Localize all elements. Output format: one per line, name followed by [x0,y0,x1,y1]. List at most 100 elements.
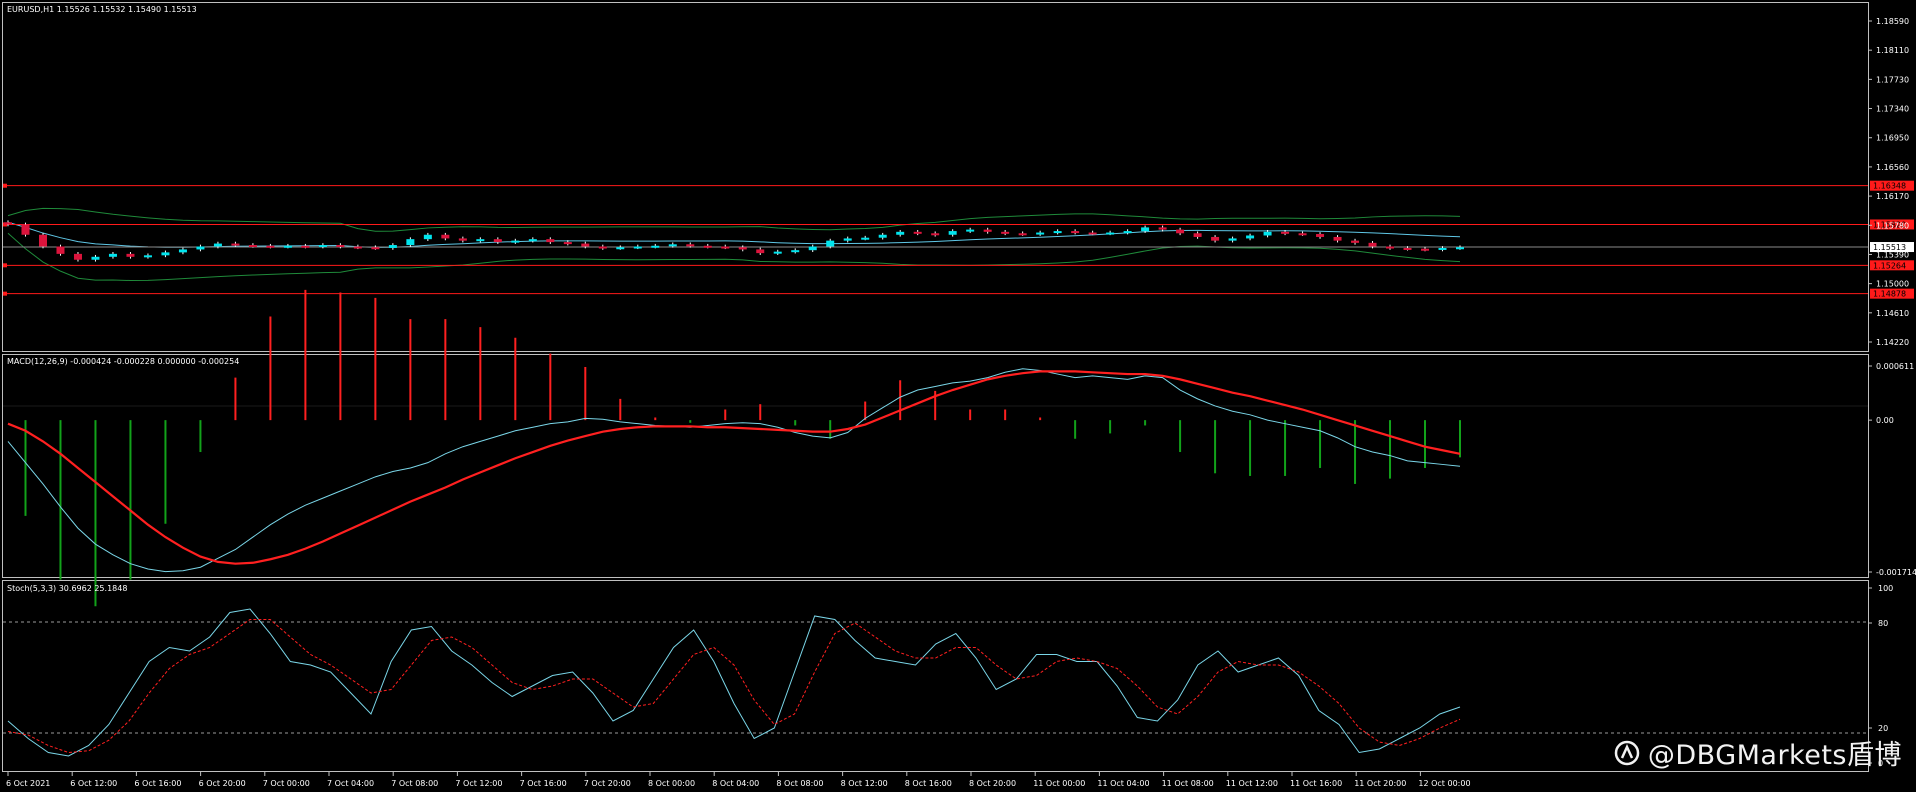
y-tick-label: 1.16170 [1876,192,1909,201]
candle-bull [861,237,870,240]
y-tick-label: 1.14610 [1876,309,1909,318]
candle-bull [283,245,292,248]
candle-bull [808,246,817,251]
level-anchor [3,263,7,268]
macd-main-line [7,368,1461,573]
candle-bear [581,243,590,247]
x-tick-label: 8 Oct 12:00 [841,779,888,788]
x-tick-label: 11 Oct 00:00 [1033,779,1085,788]
candle-bull [318,245,327,248]
candle-bear [1071,231,1080,234]
candle-bear [301,245,310,248]
y-tick-label: 80 [1878,619,1888,628]
candle-bull [1123,231,1132,234]
candle-bear [4,222,12,225]
candle-bull [1438,247,1447,250]
main-panel-header: EURUSD,H1 1.15526 1.15532 1.15490 1.1551… [7,5,197,14]
x-tick-label: 8 Oct 04:00 [712,779,759,788]
stoch-panel-header: Stoch(5,3,3) 30.6962 25.1848 [7,584,127,593]
candle-bear [1403,247,1412,250]
candle-bull [948,231,957,235]
candle-bull [878,234,887,238]
candle-bear [983,229,992,232]
time-axis: 6 Oct 2021 6 Oct 12:00 6 Oct 16:00 6 Oct 20… [6,772,1471,788]
x-tick-label: 11 Oct 20:00 [1354,779,1406,788]
macd-panel-frame [2,354,1869,578]
candle-bear [1421,248,1430,251]
x-tick-label: 11 Oct 04:00 [1097,779,1149,788]
stoch-main-line [7,608,1461,757]
candle-bear [1316,234,1325,237]
candle-bull [196,246,205,250]
x-tick-label: 7 Oct 12:00 [455,779,502,788]
candle-bull [826,240,835,247]
level-anchor [3,291,7,296]
candle-bear [441,234,450,239]
macd-histogram [24,289,1461,607]
candle-bear [266,245,275,248]
price-chart[interactable]: 1.163481.158201.152641.148781.15513 EURU… [0,0,1916,792]
candle-bull [511,240,520,243]
candle-bear [231,243,240,246]
candle-bear [1088,232,1097,235]
candle-bear [21,224,30,235]
candle-bear [686,244,695,247]
candle-bear [1351,240,1360,243]
candle-bear [1176,229,1185,234]
x-tick-label: 7 Oct 08:00 [391,779,438,788]
candle-bull [616,247,625,250]
x-tick-label: 7 Oct 20:00 [584,779,631,788]
bollinger-bands [7,207,1461,282]
x-tick-label: 7 Oct 00:00 [263,779,310,788]
watermark: @DBGMarkets盾博 [1614,733,1902,772]
candle-bear [493,239,502,243]
candle-bull [213,243,222,247]
watermark-text: @DBGMarkets盾博 [1647,740,1902,771]
candle-bear [458,238,467,241]
x-tick-label: 11 Oct 08:00 [1162,779,1214,788]
candle-bear [598,246,607,249]
candle-bull [528,239,537,242]
candle-bear [353,246,362,249]
candle-bull [1106,232,1115,235]
x-tick-label: 8 Oct 08:00 [776,779,823,788]
candle-bear [371,247,380,250]
candle-bear [1158,227,1167,230]
indicator-lines [7,368,1461,757]
candle-bull [91,256,100,260]
x-tick-label: 8 Oct 16:00 [905,779,952,788]
candle-bull [1053,231,1062,234]
candle-bear [721,246,730,249]
candle-bull [161,252,170,256]
candle-bull [143,255,152,258]
x-tick-label: 6 Oct 2021 [6,779,50,788]
candle-bear [1368,242,1377,247]
y-tick-label: 1.15000 [1876,280,1909,289]
candle-bull [423,234,432,240]
y-tick-label: 1.18590 [1876,17,1909,26]
candle-bear [1281,231,1290,234]
candle-bear [73,253,82,260]
candle-bull [1228,238,1237,241]
y-tick-label: 100 [1878,584,1893,593]
y-tick-label: 1.15780 [1876,221,1909,230]
candle-bear [1298,233,1307,236]
candle-bear [931,233,940,236]
candle-bull [388,245,397,248]
level-badge-text: 1.15264 [1873,261,1906,270]
candle-bull [1036,232,1045,235]
candle-bear [738,247,747,250]
candle-bull [1263,231,1272,236]
y-tick-label: 0.000611 [1876,362,1914,371]
candle-bear [546,239,555,243]
candle-bear [563,242,572,245]
candle-bull [476,239,485,242]
level-badge-text: 1.14878 [1873,290,1906,299]
candle-bull [843,238,852,241]
candle-bear [913,231,922,234]
y-tick-label: 0.00 [1876,416,1894,425]
x-tick-label: 6 Oct 12:00 [70,779,117,788]
moving-average [7,221,1461,248]
upper-band [7,207,1461,232]
y-tick-label: 20 [1878,724,1888,733]
